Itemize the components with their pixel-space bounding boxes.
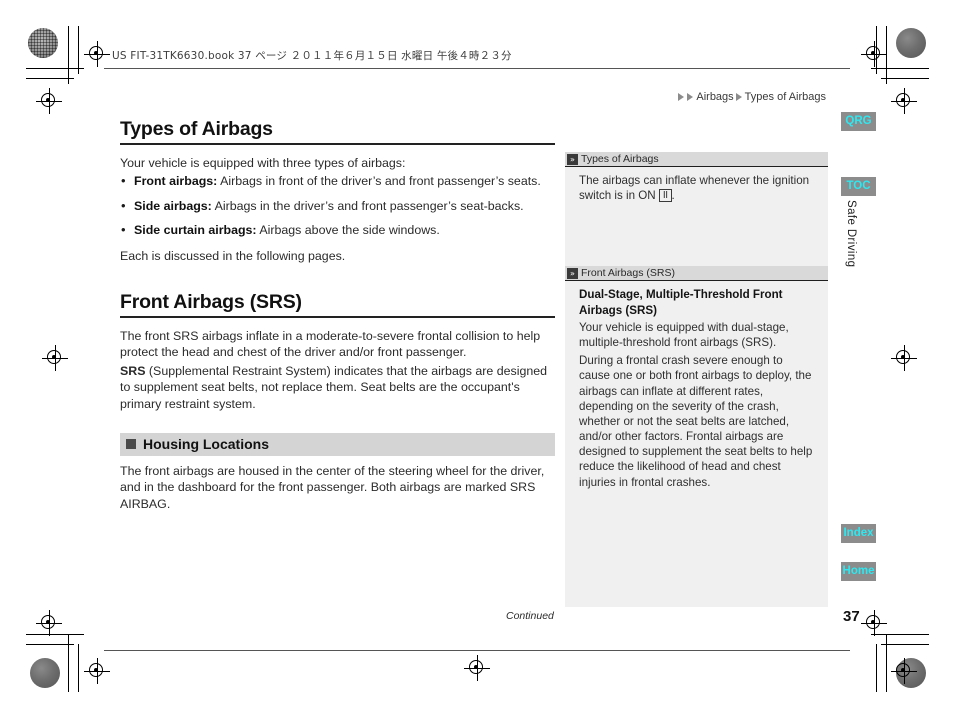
chapter-tab-safe-driving[interactable]: Safe Driving <box>845 200 857 267</box>
list-item-desc: Airbags in front of the driver’s and fro… <box>217 174 541 189</box>
double-chevron-icon: » <box>567 153 578 165</box>
double-chevron-icon: » <box>567 267 578 279</box>
crop-line <box>26 68 84 69</box>
housing-locations-title: Housing Locations <box>143 435 269 452</box>
registration-crosshair <box>36 88 62 114</box>
crop-line <box>26 78 74 79</box>
crop-line <box>886 634 887 692</box>
registration-crosshair <box>84 658 110 684</box>
toc-button[interactable]: TOC <box>841 177 876 196</box>
crop-line <box>78 644 79 692</box>
crop-line <box>68 634 69 692</box>
registration-halftone-dot <box>28 28 58 58</box>
intro-paragraph: Your vehicle is equipped with three type… <box>120 155 406 170</box>
panel-note-1: The airbags can inflate whenever the ign… <box>565 167 828 214</box>
registration-dot <box>896 28 926 58</box>
index-button[interactable]: Index <box>841 524 876 543</box>
srs-paragraph-2: SRS (Supplemental Restraint System) indi… <box>120 363 555 413</box>
housing-locations-heading-bar: Housing Locations <box>120 432 555 456</box>
srs-paragraph-1: The front SRS airbags inflate in a moder… <box>120 328 541 360</box>
panel-note-2-paragraph-1: Your vehicle is equipped with dual-stage… <box>579 320 789 349</box>
page-edge-line <box>104 68 850 69</box>
crop-line <box>881 644 929 645</box>
list-item-term: Side curtain airbags: <box>134 222 257 237</box>
closing-paragraph: Each is discussed in the following pages… <box>120 249 346 264</box>
list-item: Front airbags: Airbags in front of the d… <box>120 172 555 190</box>
panel-note-2-paragraph-2: During a frontal crash severe enough to … <box>579 354 813 489</box>
srs-term: SRS <box>120 363 146 378</box>
list-item-desc: Airbags in the driver’s and front passen… <box>211 198 524 213</box>
housing-locations-body: The front airbags are housed in the cent… <box>120 463 545 511</box>
list-item: Side airbags: Airbags in the driver’s an… <box>120 197 555 215</box>
list-item-desc: Airbags above the side windows. <box>256 222 440 237</box>
breadcrumb-triangle-icon <box>678 93 685 101</box>
registration-crosshair <box>891 345 917 371</box>
registration-crosshair <box>42 345 68 371</box>
registration-dot <box>30 658 60 688</box>
page-title: Types of Airbags <box>120 118 273 140</box>
crop-line <box>881 78 929 79</box>
registration-crosshair <box>464 655 490 681</box>
list-item-term: Side airbags: <box>134 198 212 213</box>
front-airbags-title: Front Airbags (SRS) <box>120 290 302 313</box>
breadcrumb-item-airbags[interactable]: Airbags <box>696 91 733 103</box>
airbag-types-list: Front airbags: Airbags in front of the d… <box>120 172 555 239</box>
breadcrumb-item-types-of-airbags[interactable]: Types of Airbags <box>745 91 826 103</box>
panel-note-1-text-a: The airbags can inflate whenever the ign… <box>579 174 810 203</box>
book-header-line: US FIT-31TK6630.book 37 ページ ２０１１年６月１５日 水… <box>112 50 512 62</box>
panel-header-label: Types of Airbags <box>581 153 659 165</box>
panel-note-2-title: Dual-Stage, Multiple-Threshold Front Air… <box>579 288 783 317</box>
registration-crosshair <box>891 658 917 684</box>
registration-crosshair <box>891 88 917 114</box>
crop-line <box>876 644 877 692</box>
list-item-term: Front airbags: <box>134 174 218 189</box>
breadcrumb-triangle-icon <box>687 93 694 101</box>
panel-note-2: Dual-Stage, Multiple-Threshold Front Air… <box>565 281 828 500</box>
srs-paragraph-2-text: (Supplemental Restraint System) indicate… <box>120 363 548 411</box>
registration-crosshair <box>861 610 887 636</box>
title-rule <box>120 143 555 145</box>
panel-header-front-airbags: » Front Airbags (SRS) <box>565 266 828 282</box>
panel-note-1-text: The airbags can inflate whenever the ign… <box>579 173 816 203</box>
crop-line <box>78 26 79 74</box>
home-button[interactable]: Home <box>841 562 876 581</box>
list-item: Side curtain airbags: Airbags above the … <box>120 221 555 239</box>
qrg-button[interactable]: QRG <box>841 112 876 131</box>
ignition-position-icon: II <box>658 189 672 203</box>
crop-line <box>68 26 69 84</box>
breadcrumb-triangle-icon <box>735 93 742 101</box>
panel-header-types-of-airbags: » Types of Airbags <box>565 152 828 167</box>
registration-crosshair <box>36 610 62 636</box>
breadcrumb: Airbags Types of Airbags <box>678 91 826 103</box>
side-note-panel: » Types of Airbags The airbags can infla… <box>565 152 828 607</box>
panel-spacer <box>565 214 828 266</box>
main-content-column: Types of Airbags Your vehicle is equippe… <box>120 118 555 514</box>
panel-note-1-text-b: . <box>671 189 675 203</box>
subtitle-rule <box>120 315 555 318</box>
crop-line <box>871 68 929 69</box>
continued-label: Continued <box>506 610 554 622</box>
page-edge-line <box>104 650 850 651</box>
registration-crosshair <box>861 41 887 67</box>
page-number: 37 <box>843 608 860 625</box>
registration-crosshair <box>84 41 110 67</box>
panel-header-label: Front Airbags (SRS) <box>581 267 675 280</box>
square-bullet-icon <box>126 438 136 449</box>
crop-line <box>26 644 74 645</box>
